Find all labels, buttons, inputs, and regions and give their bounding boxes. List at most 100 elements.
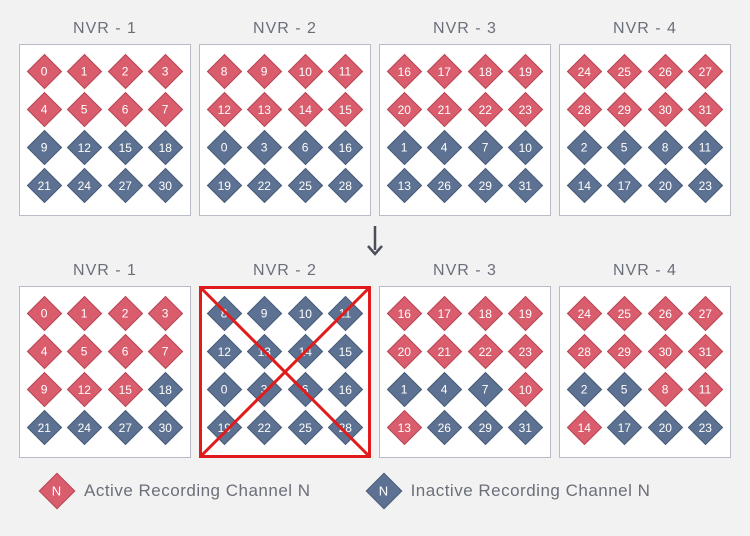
channel-number: 3 [162, 308, 169, 320]
channel-inactive: 4 [427, 372, 462, 407]
channel-active: 20 [387, 334, 422, 369]
channel-inactive: 26 [427, 168, 462, 203]
channel-number: 12 [218, 103, 231, 115]
channel-number: 27 [699, 307, 712, 319]
channel-number: 19 [218, 421, 231, 433]
channel-inactive: 23 [688, 168, 723, 203]
channel-number: 15 [119, 141, 132, 153]
channel-number: 23 [699, 421, 712, 433]
nvr-grid-row: 4567 [24, 334, 186, 369]
channel-active: 26 [648, 296, 683, 331]
channel-number: 21 [38, 421, 51, 433]
channel-number: 30 [159, 179, 172, 191]
channel-active: 9 [27, 372, 62, 407]
channel-active: 5 [67, 334, 102, 369]
channel-number: 23 [699, 179, 712, 191]
legend-active-swatch-label: N [52, 484, 61, 497]
channel-inactive: 16 [328, 372, 363, 407]
channel-inactive: 17 [607, 410, 642, 445]
channel-inactive: 29 [468, 168, 503, 203]
channel-active: 0 [27, 54, 62, 89]
channel-inactive: 12 [67, 130, 102, 165]
channel-number: 29 [618, 345, 631, 357]
channel-active: 3 [148, 296, 183, 331]
channel-active: 14 [288, 92, 323, 127]
channel-active: 16 [387, 296, 422, 331]
channel-number: 4 [41, 346, 48, 358]
nvr-grid: 24252627282930312581114172023 [559, 286, 731, 458]
channel-active: 24 [567, 296, 602, 331]
channel-number: 31 [519, 179, 532, 191]
channel-number: 13 [398, 179, 411, 191]
channel-inactive: 31 [508, 168, 543, 203]
channel-number: 5 [621, 142, 628, 154]
channel-active: 29 [607, 92, 642, 127]
channel-inactive: 9 [27, 130, 62, 165]
channel-number: 26 [659, 65, 672, 77]
channel-number: 0 [41, 308, 48, 320]
channel-active: 27 [688, 296, 723, 331]
channel-number: 3 [261, 384, 268, 396]
channel-active: 24 [567, 54, 602, 89]
channel-inactive: 5 [607, 130, 642, 165]
channel-number: 17 [618, 179, 631, 191]
channel-active: 6 [108, 334, 143, 369]
channel-inactive: 27 [108, 410, 143, 445]
channel-number: 20 [398, 345, 411, 357]
channel-active: 22 [468, 92, 503, 127]
channel-number: 24 [78, 179, 91, 191]
channel-active: 13 [387, 410, 422, 445]
channel-number: 26 [438, 421, 451, 433]
channel-number: 17 [438, 307, 451, 319]
nvr-grid-row: 28293031 [564, 334, 726, 369]
channel-number: 9 [261, 66, 268, 78]
channel-number: 26 [659, 307, 672, 319]
channel-number: 18 [159, 383, 172, 395]
channel-inactive: 5 [607, 372, 642, 407]
nvr-grid-wrap: 24252627282930312581114172023 [559, 44, 731, 216]
channel-number: 15 [339, 103, 352, 115]
nvr-grid-row: 891011 [204, 54, 366, 89]
channel-number: 3 [261, 142, 268, 154]
channel-active: 4 [27, 334, 62, 369]
channel-number: 8 [662, 142, 669, 154]
channel-number: 10 [299, 65, 312, 77]
channel-number: 13 [258, 103, 271, 115]
channel-inactive: 20 [648, 168, 683, 203]
channel-active: 13 [247, 92, 282, 127]
nvr-block: NVR - 316171819202122231471013262931 [379, 262, 551, 458]
channel-number: 17 [618, 421, 631, 433]
channel-active: 8 [648, 372, 683, 407]
channel-number: 0 [221, 384, 228, 396]
channel-number: 22 [258, 179, 271, 191]
channel-number: 5 [81, 346, 88, 358]
channel-number: 25 [299, 179, 312, 191]
channel-active: 15 [328, 92, 363, 127]
nvr-grid-wrap: 01234567912151821242730 [19, 286, 191, 458]
channel-inactive: 15 [328, 334, 363, 369]
nvr-grid-row: 19222528 [204, 410, 366, 445]
nvr-block: NVR - 424252627282930312581114172023 [559, 262, 731, 458]
channel-inactive: 22 [247, 410, 282, 445]
channel-number: 21 [438, 345, 451, 357]
channel-inactive: 6 [288, 372, 323, 407]
channel-number: 24 [578, 65, 591, 77]
channel-number: 16 [398, 307, 411, 319]
nvr-block: NVR - 101234567912151821242730 [19, 20, 191, 216]
legend-active-swatch: N [39, 473, 76, 510]
nvr-grid-row: 16171819 [384, 54, 546, 89]
nvr-title: NVR - 2 [253, 20, 317, 38]
nvr-grid-row: 03616 [204, 130, 366, 165]
channel-number: 25 [299, 421, 312, 433]
state-after-row: NVR - 101234567912151821242730NVR - 2891… [19, 262, 731, 458]
channel-active: 10 [508, 372, 543, 407]
channel-number: 18 [479, 65, 492, 77]
channel-number: 16 [398, 65, 411, 77]
channel-number: 4 [441, 142, 448, 154]
channel-number: 13 [398, 421, 411, 433]
channel-inactive: 8 [648, 130, 683, 165]
channel-number: 23 [519, 103, 532, 115]
channel-active: 19 [508, 54, 543, 89]
nvr-grid-row: 24252627 [564, 296, 726, 331]
channel-active: 1 [67, 296, 102, 331]
